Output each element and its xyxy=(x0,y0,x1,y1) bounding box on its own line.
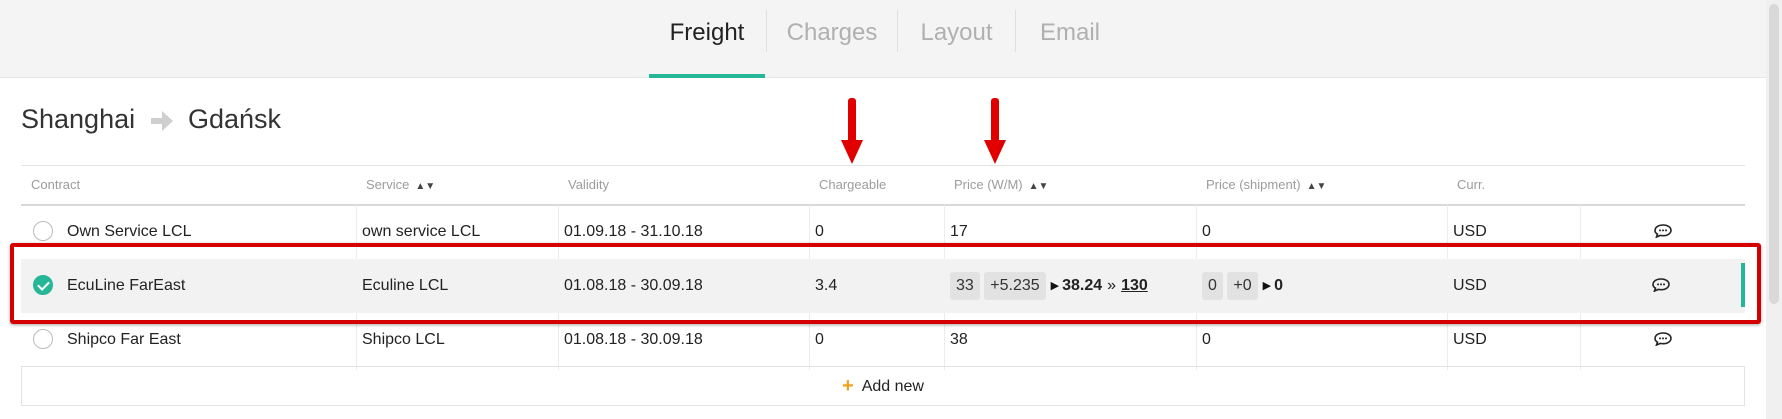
add-new-label: Add new xyxy=(861,378,924,395)
comment-icon[interactable] xyxy=(1654,224,1672,238)
column-header-service[interactable]: Service ▲▼ xyxy=(356,166,558,204)
annotation-highlight-box xyxy=(10,243,1761,324)
vertical-scrollbar[interactable] xyxy=(1766,0,1782,419)
column-header-currency: Curr. xyxy=(1457,177,1486,192)
column-header-contract: Contract xyxy=(31,177,81,192)
column-header-label: Service xyxy=(366,177,410,192)
tab-charges[interactable]: Charges xyxy=(767,0,897,77)
sort-icon[interactable]: ▲▼ xyxy=(415,181,435,192)
route-destination: Gdańsk xyxy=(188,104,282,134)
column-header-price-shipment[interactable]: Price (shipment) ▲▼ xyxy=(1196,166,1447,204)
column-header-price-wm[interactable]: Price (W/M) ▲▼ xyxy=(944,166,1196,204)
column-header-label: Price (W/M) xyxy=(954,177,1023,192)
add-new-button[interactable]: + Add new xyxy=(21,366,1745,406)
plus-icon: + xyxy=(842,375,854,397)
column-header-label: Price (shipment) xyxy=(1206,177,1301,192)
tab-bar: Freight Charges Layout Email xyxy=(0,0,1766,78)
column-header-chargeable: Chargeable xyxy=(819,177,887,192)
annotation-arrow-down-icon xyxy=(984,98,1006,164)
arrow-right-icon xyxy=(151,111,173,131)
annotation-arrow-down-icon xyxy=(841,98,863,164)
tab-layout[interactable]: Layout xyxy=(898,0,1015,77)
route-origin: Shanghai xyxy=(21,104,136,134)
comment-icon[interactable] xyxy=(1654,332,1672,346)
table-header: Contract Service ▲▼ Validity Chargeable P… xyxy=(21,165,1745,206)
tab-email[interactable]: Email xyxy=(1016,0,1124,77)
tab-freight[interactable]: Freight xyxy=(649,0,765,78)
row-select-radio[interactable] xyxy=(33,221,53,241)
column-header-validity: Validity xyxy=(568,177,609,192)
row-select-radio[interactable] xyxy=(33,329,53,349)
sort-icon[interactable]: ▲▼ xyxy=(1029,181,1049,192)
sort-icon[interactable]: ▲▼ xyxy=(1307,181,1327,192)
scrollbar-thumb[interactable] xyxy=(1769,4,1779,304)
